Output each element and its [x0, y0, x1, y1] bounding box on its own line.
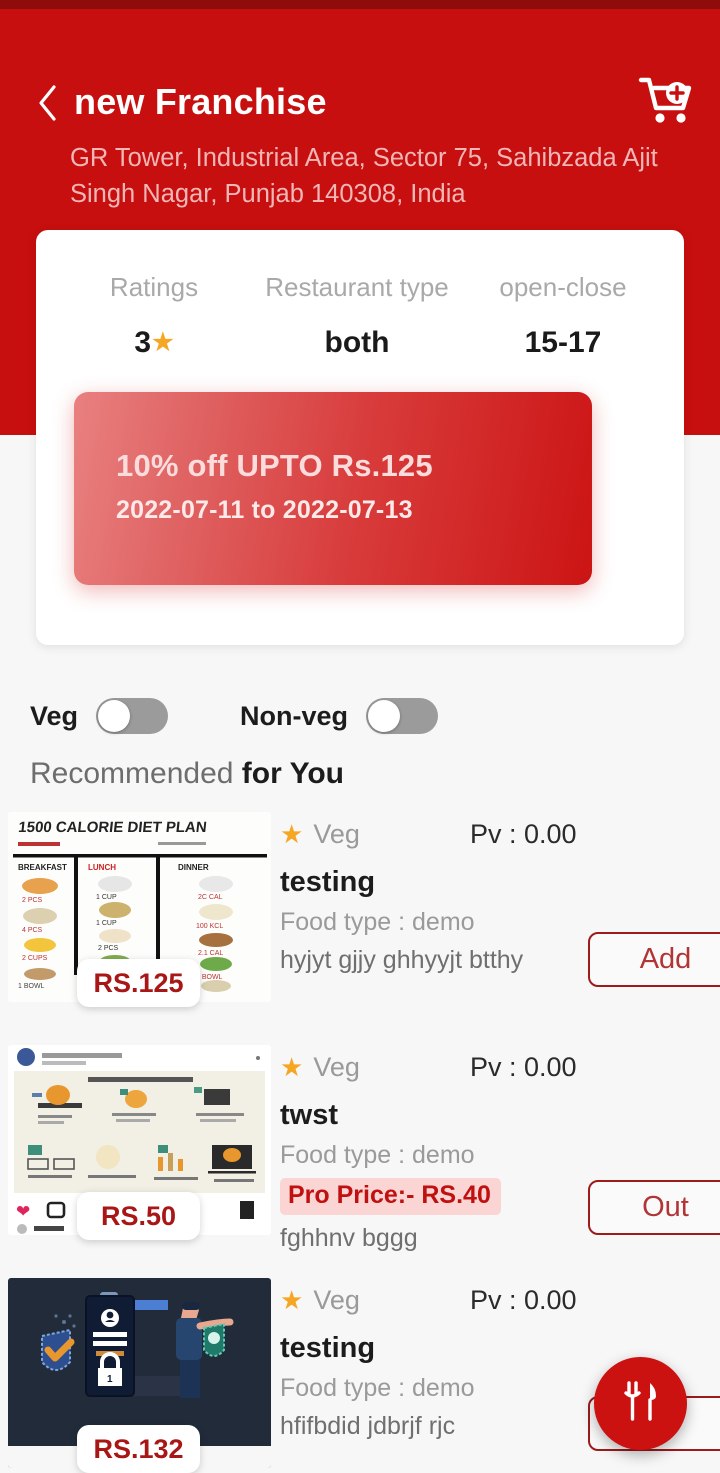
nonveg-filter: Non-veg — [240, 698, 439, 734]
product-description: hfifbdid jdbrjf rjc — [280, 1412, 456, 1440]
cart-button[interactable] — [638, 73, 698, 129]
stat-value: both — [324, 326, 390, 359]
stat-label: open-close — [499, 272, 627, 302]
info-card: Ratings 3 ★ Restaurant type both open-cl… — [36, 230, 684, 645]
cart-plus-icon — [638, 77, 698, 133]
svg-text:BREAKFAST: BREAKFAST — [18, 863, 67, 872]
page-title: new Franchise — [74, 81, 327, 122]
veg-filter: Veg — [30, 698, 169, 734]
pro-price-badge: Pro Price:- RS.40 — [280, 1178, 501, 1215]
product-description: fghhnv bggg — [280, 1224, 418, 1252]
svg-text:2 CUPS: 2 CUPS — [22, 955, 48, 962]
product-name: testing — [280, 1332, 376, 1364]
product-pv: Pv : 0.00 — [470, 1052, 577, 1082]
svg-text:❤: ❤ — [16, 1202, 30, 1221]
stat-value: 3 ★ — [54, 326, 254, 360]
product-food-type: Food type : demo — [280, 908, 475, 936]
product-food-type: Food type : demo — [280, 1374, 475, 1402]
section-title-bold: for You — [241, 757, 344, 790]
product-name: twst — [280, 1099, 338, 1131]
add-button[interactable]: Add — [588, 932, 720, 987]
svg-text:1500 CALORIE DIET PLAN: 1500 CALORIE DIET PLAN — [17, 819, 207, 836]
stat-label: Restaurant type — [265, 272, 449, 302]
diet-filters: Veg Non-veg — [30, 698, 439, 734]
star-icon: ★ — [152, 329, 174, 356]
veg-toggle[interactable] — [96, 698, 169, 734]
nonveg-toggle[interactable] — [366, 698, 439, 734]
svg-text:1: 1 — [107, 1374, 113, 1385]
stat-open-close: open-close 15-17 — [460, 272, 666, 360]
status-bar-strip — [0, 0, 720, 9]
toggle-knob — [98, 700, 131, 732]
star-icon: ★ — [280, 819, 304, 849]
offer-title: 10% off UPTO Rs.125 — [116, 448, 433, 483]
fork-knife-icon — [621, 1379, 661, 1428]
product-description: hyjyt gjjy ghhyyjt btthy — [280, 946, 524, 974]
veg-type-label: Veg — [313, 1284, 360, 1315]
section-title-light: Recommended — [30, 757, 242, 790]
offer-dates: 2022-07-11 to 2022-07-13 — [116, 496, 413, 524]
franchise-address: GR Tower, Industrial Area, Sector 75, Sa… — [70, 144, 658, 208]
svg-text:1 BOWL: 1 BOWL — [18, 983, 45, 990]
svg-text:2 PCS: 2 PCS — [98, 945, 119, 952]
stat-restaurant-type: Restaurant type both — [254, 272, 460, 360]
list-item[interactable]: ❤ RS.50 ★ Veg twst Food type : demo Pro … — [0, 1045, 720, 1278]
svg-text:100 KCL: 100 KCL — [196, 923, 223, 930]
product-name: testing — [280, 866, 376, 898]
price-badge: RS.50 — [77, 1192, 200, 1240]
chevron-left-icon — [36, 83, 60, 123]
svg-text:2 PCS: 2 PCS — [22, 897, 43, 904]
svg-text:1 CUP: 1 CUP — [96, 894, 117, 901]
svg-text:2.1 CAL: 2.1 CAL — [198, 950, 223, 957]
nonveg-label: Non-veg — [240, 700, 349, 731]
section-title: Recommended for You — [30, 757, 344, 791]
veg-type-label: Veg — [313, 818, 360, 849]
svg-text:4 PCS: 4 PCS — [22, 927, 43, 934]
product-food-type: Food type : demo — [280, 1141, 475, 1169]
price-badge: RS.132 — [77, 1425, 200, 1473]
list-item[interactable]: 1500 CALORIE DIET PLAN BREAKFAST LUNCH D… — [0, 812, 720, 1045]
toggle-knob — [368, 700, 401, 732]
stat-ratings: Ratings 3 ★ — [54, 272, 254, 360]
ratings-number: 3 — [134, 326, 152, 359]
offer-banner[interactable]: 10% off UPTO Rs.125 2022-07-11 to 2022-0… — [74, 392, 592, 585]
svg-text:1 CUP: 1 CUP — [96, 920, 117, 927]
star-icon: ★ — [280, 1052, 304, 1082]
price-badge: RS.125 — [77, 959, 200, 1007]
stat-label: Ratings — [109, 272, 199, 302]
back-button[interactable] — [26, 77, 70, 129]
offer-banner-wrap: 10% off UPTO Rs.125 2022-07-11 to 2022-0… — [74, 392, 592, 585]
veg-label: Veg — [30, 700, 79, 731]
stats-row: Ratings 3 ★ Restaurant type both open-cl… — [36, 230, 684, 360]
veg-type-label: Veg — [313, 1051, 360, 1082]
svg-text:2C CAL: 2C CAL — [198, 894, 223, 901]
star-icon: ★ — [280, 1285, 304, 1315]
product-pv: Pv : 0.00 — [470, 819, 577, 849]
menu-fab-button[interactable] — [594, 1357, 687, 1450]
svg-text:DINNER: DINNER — [178, 863, 209, 872]
stat-value: 15-17 — [524, 326, 602, 359]
svg-text:LUNCH: LUNCH — [88, 863, 116, 872]
out-of-stock-button[interactable]: Out — [588, 1180, 720, 1235]
product-pv: Pv : 0.00 — [470, 1285, 577, 1315]
